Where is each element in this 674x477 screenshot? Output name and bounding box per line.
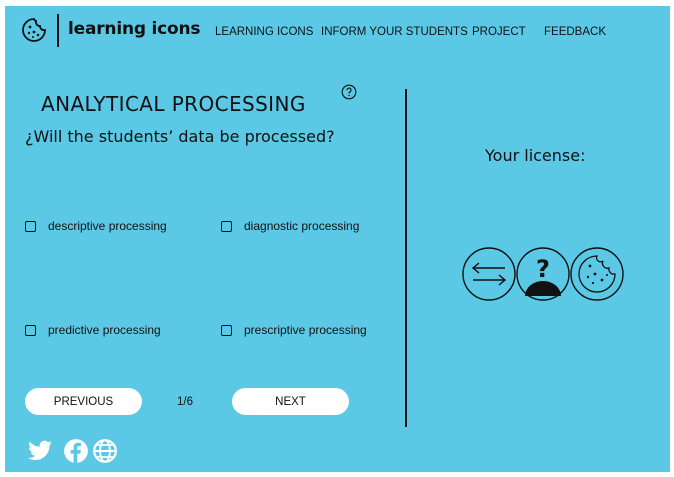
nav-feedback[interactable]: FEEDBACK bbox=[544, 26, 606, 38]
globe-icon[interactable] bbox=[92, 438, 118, 464]
page-indicator: 1/6 bbox=[177, 396, 193, 408]
option-label: diagnostic processing bbox=[244, 219, 360, 233]
exchange-arrows-icon bbox=[462, 247, 516, 301]
logo-divider bbox=[57, 14, 59, 47]
twitter-icon[interactable] bbox=[27, 438, 53, 464]
nav-inform-your-students[interactable]: INFORM YOUR STUDENTS bbox=[321, 26, 468, 38]
cookie-icon[interactable] bbox=[21, 17, 47, 43]
option-label: prescriptive processing bbox=[244, 323, 367, 337]
checkbox[interactable] bbox=[25, 220, 36, 232]
column-divider bbox=[405, 89, 407, 427]
svg-text:?: ? bbox=[536, 255, 550, 283]
option-prescriptive-processing[interactable]: prescriptive processing bbox=[221, 323, 367, 337]
option-label: descriptive processing bbox=[48, 219, 167, 233]
next-button[interactable]: NEXT bbox=[232, 388, 349, 415]
nav-learning-icons[interactable]: LEARNING ICONS bbox=[215, 26, 313, 38]
facebook-icon[interactable] bbox=[63, 438, 89, 464]
question-circle-icon[interactable] bbox=[341, 84, 357, 100]
main-panel: learning icons LEARNING ICONS INFORM YOU… bbox=[5, 6, 670, 472]
option-diagnostic-processing[interactable]: diagnostic processing bbox=[221, 219, 359, 233]
cookie-icon bbox=[570, 247, 624, 301]
anonymous-person-icon: ? bbox=[516, 247, 570, 301]
checkbox[interactable] bbox=[221, 324, 232, 336]
option-predictive-processing[interactable]: predictive processing bbox=[25, 323, 161, 337]
license-title: Your license: bbox=[485, 146, 586, 165]
option-descriptive-processing[interactable]: descriptive processing bbox=[25, 219, 167, 233]
option-label: predictive processing bbox=[48, 323, 161, 337]
brand-name[interactable]: learning icons bbox=[68, 19, 201, 39]
checkbox[interactable] bbox=[221, 220, 232, 232]
step-question: ¿Will the students’ data be processed? bbox=[25, 127, 335, 146]
section-title: ANALYTICAL PROCESSING bbox=[41, 92, 306, 116]
checkbox[interactable] bbox=[25, 324, 36, 336]
license-icons: ? bbox=[462, 247, 624, 301]
previous-button[interactable]: PREVIOUS bbox=[25, 388, 142, 415]
nav-project[interactable]: PROJECT bbox=[472, 26, 526, 38]
